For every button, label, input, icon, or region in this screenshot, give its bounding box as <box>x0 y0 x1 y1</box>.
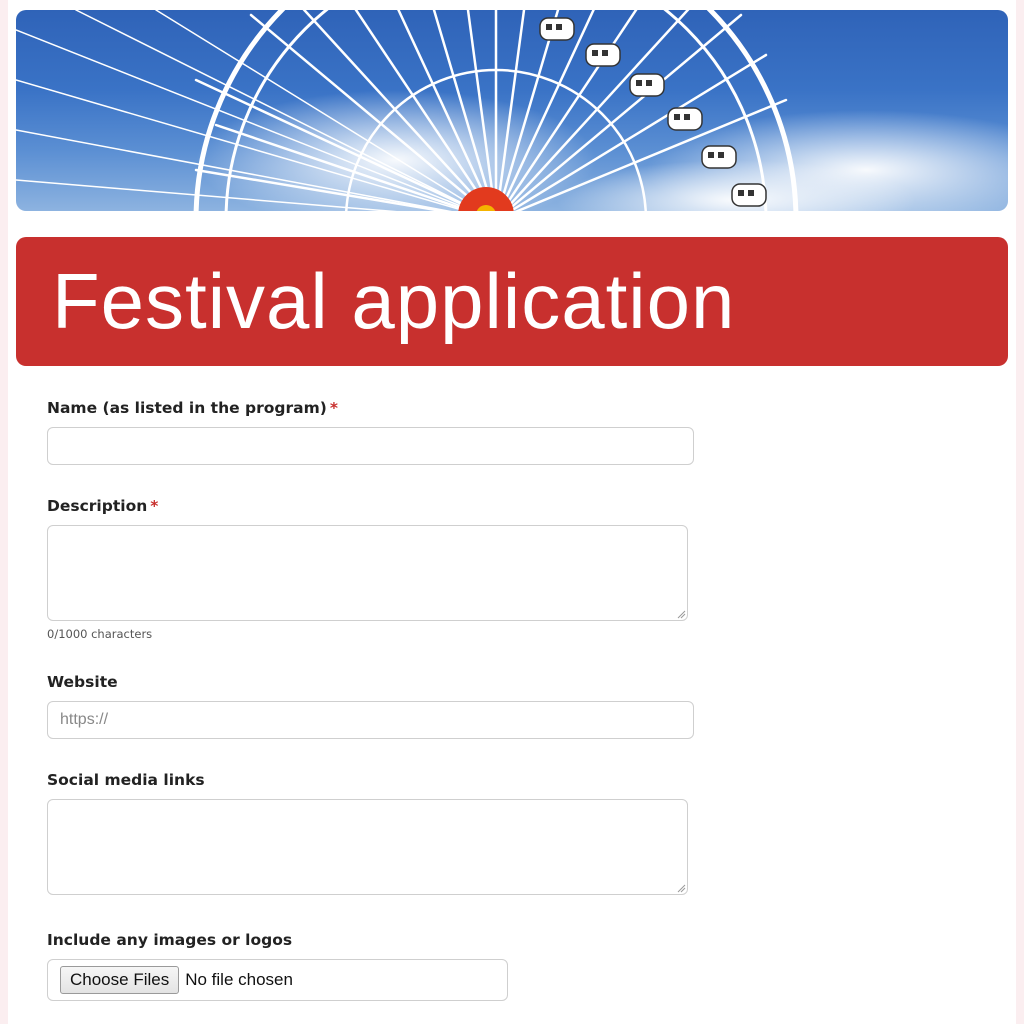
form-title-bar: Festival application <box>16 237 1008 366</box>
name-input[interactable] <box>47 427 694 465</box>
resize-grip-icon[interactable] <box>676 883 686 893</box>
form-title: Festival application <box>52 257 736 345</box>
resize-grip-icon[interactable] <box>676 609 686 619</box>
choose-files-button[interactable]: Choose Files <box>60 966 180 994</box>
required-marker: * <box>329 399 338 417</box>
website-input[interactable] <box>47 701 694 739</box>
social-links-label: Social media links <box>47 771 205 789</box>
file-upload-field[interactable]: Choose Files No file chosen <box>47 959 508 1001</box>
required-marker: * <box>150 497 159 515</box>
website-label: Website <box>47 673 118 691</box>
file-status-text: No file chosen <box>185 970 293 989</box>
description-textarea[interactable] <box>47 525 688 621</box>
name-label: Name (as listed in the program) * <box>47 399 338 417</box>
social-links-textarea[interactable] <box>47 799 688 895</box>
ferris-wheel-image <box>16 10 1008 211</box>
header-banner-image <box>16 10 1008 211</box>
description-char-counter: 0/1000 characters <box>47 627 153 641</box>
images-label: Include any images or logos <box>47 931 293 949</box>
description-label: Description * <box>47 497 159 515</box>
